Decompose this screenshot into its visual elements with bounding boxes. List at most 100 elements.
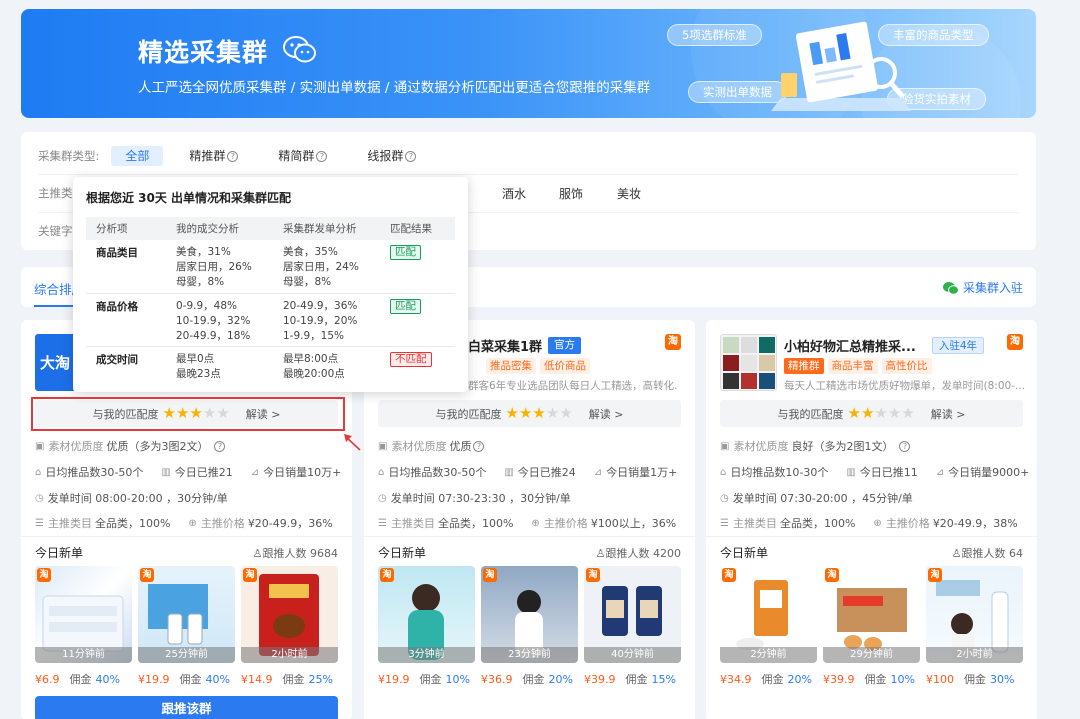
help-icon[interactable]: ? — [214, 440, 226, 452]
bag-icon: ⌂ — [720, 466, 727, 478]
daily-stats: ⌂ 日均推品数30-50个 ▥ 今日已推21 ⊿ 今日销量10万+ — [35, 464, 341, 480]
read-analysis-link[interactable]: 解读 > — [589, 406, 624, 422]
trend-icon: ⊿ — [593, 466, 603, 478]
help-icon[interactable]: ? — [473, 440, 485, 452]
highlight-box — [31, 397, 345, 431]
user-icon: ♙ — [951, 547, 962, 560]
product-thumbnail[interactable]: 淘 3分钟前 — [378, 566, 475, 663]
cell-line: 20-49.9，36% — [283, 300, 358, 312]
match-rating-bar[interactable]: 与我的匹配度 ★★★★★ 解读 > — [720, 400, 1023, 427]
join-group-link[interactable]: 采集群入驻 — [942, 279, 1023, 296]
category-chip-apparel[interactable]: 服饰 — [545, 184, 597, 204]
product-price-row: ¥19.9 佣金 10% — [378, 671, 470, 687]
today-sales: 今日销量9000+ — [948, 466, 1030, 479]
commission-label: 佣金 — [964, 673, 986, 686]
category-chip-beauty[interactable]: 美妆 — [603, 184, 655, 204]
taobao-badge: 淘 — [380, 568, 394, 582]
group-name-text: 白菜采集1群 — [468, 340, 543, 355]
cell-line: 最早0点 — [176, 353, 215, 365]
commission-rate: 15% — [651, 673, 676, 686]
commission-rate: 20% — [787, 673, 812, 686]
info-key: 素材优质度 — [48, 440, 104, 453]
post-time: ◷ 发单时间 08:00-20:00 ，30分钟/单 — [35, 490, 228, 506]
info-value: 全品类，100% — [779, 517, 856, 530]
category-chip-liquor[interactable]: 酒水 — [488, 184, 540, 204]
group-analysis: 美食，35% 居家日用，24% 母婴，8% — [283, 240, 390, 293]
group-card[interactable] — [364, 712, 695, 719]
group-description: 群客6年专业选品团队每日人工精选，高转化... — [468, 380, 678, 392]
keyword-filter-label: 关键字 — [38, 224, 73, 238]
bar-chart-icon: ▥ — [161, 466, 171, 478]
help-icon[interactable]: ? — [316, 151, 328, 162]
my-analysis: 美食，31% 居家日用，26% 母婴，8% — [176, 240, 283, 293]
follow-group-button[interactable]: 跟推该群 — [35, 696, 338, 719]
product-thumbnail[interactable]: 淘 2分钟前 — [720, 566, 817, 663]
help-icon[interactable]: ? — [405, 151, 417, 162]
commission-rate: 10% — [445, 673, 470, 686]
today-new-orders-label: 今日新单 — [35, 546, 84, 560]
group-name[interactable]: 白菜采集1群 官方 — [468, 336, 582, 355]
list-icon: ☰ — [720, 517, 729, 529]
commission-label: 佣金 — [522, 673, 545, 686]
analysis-item: 商品类目 — [96, 247, 138, 259]
trend-icon: ⊿ — [250, 466, 260, 478]
analysis-item: 成交时间 — [96, 354, 138, 366]
post-time: ◷ 发单时间 07:30-23:30 ，30分钟/单 — [378, 490, 571, 506]
product-thumbnail[interactable]: 淘 23分钟前 — [481, 566, 578, 663]
bag-icon: ⌂ — [378, 466, 385, 478]
follower-count: ♙跟推人数 4200 — [596, 545, 681, 561]
taobao-badge: 淘 — [825, 568, 839, 582]
banner-pill: 5项选群标准 — [667, 24, 762, 46]
group-name[interactable]: 小柏好物汇总精推采... 入驻4年 — [784, 336, 985, 355]
group-analysis: 最早8:00点 最晚20:00点 — [283, 347, 390, 387]
cell-line: 1-9.9，15% — [283, 330, 345, 342]
group-tag: 高性价比 — [881, 358, 932, 374]
mismatch-badge: 不匹配 — [390, 352, 432, 367]
help-icon[interactable]: ? — [899, 440, 911, 452]
commission-rate: 30% — [990, 673, 1015, 686]
type-chip-precise[interactable]: 精推群? — [175, 146, 252, 166]
group-description: 每天人工精选市场优质好物爆单，发单时间(8:00-... — [784, 380, 1024, 392]
product-thumbnail[interactable]: 淘 40分钟前 — [584, 566, 681, 663]
product-thumbnail[interactable]: 淘 11分钟前 — [35, 566, 132, 663]
group-card[interactable]: 小柏好物汇总精推采... 入驻4年 淘 精推群 商品丰富 高性价比 每天人工精选市… — [706, 320, 1037, 719]
trend-icon: ⊿ — [935, 466, 945, 478]
posted-time: 29分钟前 — [823, 647, 920, 663]
product-thumbnail[interactable]: 淘 29分钟前 — [823, 566, 920, 663]
my-analysis: 0-9.9，48% 10-19.9，32% 20-49.9，18% — [176, 294, 283, 346]
star-empty-icon: ★ — [874, 404, 888, 422]
commission-label: 佣金 — [282, 673, 305, 686]
match-rating-bar[interactable]: 与我的匹配度 ★★★★★ 解读 > — [378, 400, 681, 427]
my-analysis: 最早0点 最晚23点 — [176, 347, 283, 387]
product-thumbnail[interactable]: 淘 2小时前 — [926, 566, 1023, 663]
daily-stats: ⌂ 日均推品数10-30个 ▥ 今日已推11 ⊿ 今日销量9000+ — [720, 464, 1029, 480]
type-chip-all[interactable]: 全部 — [111, 146, 164, 166]
group-logo — [720, 334, 777, 391]
material-quality: ▣ 素材优质度 良好（多为2图1文）? — [720, 438, 911, 454]
cell-line: 最早8:00点 — [283, 353, 339, 365]
star-filled-icon: ★ — [532, 404, 546, 422]
divider — [21, 536, 352, 537]
main-category: ☰ 主推类目 全品类，100% ⊕ 主推价格 ¥100以上，36% — [378, 515, 676, 531]
commission-label: 佣金 — [69, 673, 92, 686]
today-pushed: 今日已推21 — [174, 466, 233, 479]
product-price-row: ¥36.9 佣金 20% — [481, 671, 573, 687]
annotation-arrow-icon — [344, 434, 361, 451]
group-card[interactable] — [706, 712, 1037, 719]
type-chip-simple[interactable]: 精简群? — [264, 146, 341, 166]
type-chip-deals[interactable]: 线报群? — [353, 146, 430, 166]
cell-line: 美食，35% — [283, 246, 338, 258]
help-icon[interactable]: ? — [227, 151, 239, 162]
wechat-icon — [283, 36, 316, 63]
product-thumbnail[interactable]: 淘 2小时前 — [241, 566, 338, 663]
commission-label: 佣金 — [625, 673, 648, 686]
commission-label: 佣金 — [179, 673, 202, 686]
read-analysis-link[interactable]: 解读 > — [931, 406, 966, 422]
posted-time: 2小时前 — [241, 647, 338, 663]
product-thumbnail[interactable]: 淘 25分钟前 — [138, 566, 235, 663]
info-key: 主推类目 — [732, 517, 777, 530]
info-key: 主推价格 — [543, 517, 588, 530]
daily-count: 日均推品数30-50个 — [45, 466, 144, 479]
follower-count-text: 跟推人数 9684 — [262, 547, 339, 560]
product-price: ¥6.9 — [35, 673, 60, 686]
